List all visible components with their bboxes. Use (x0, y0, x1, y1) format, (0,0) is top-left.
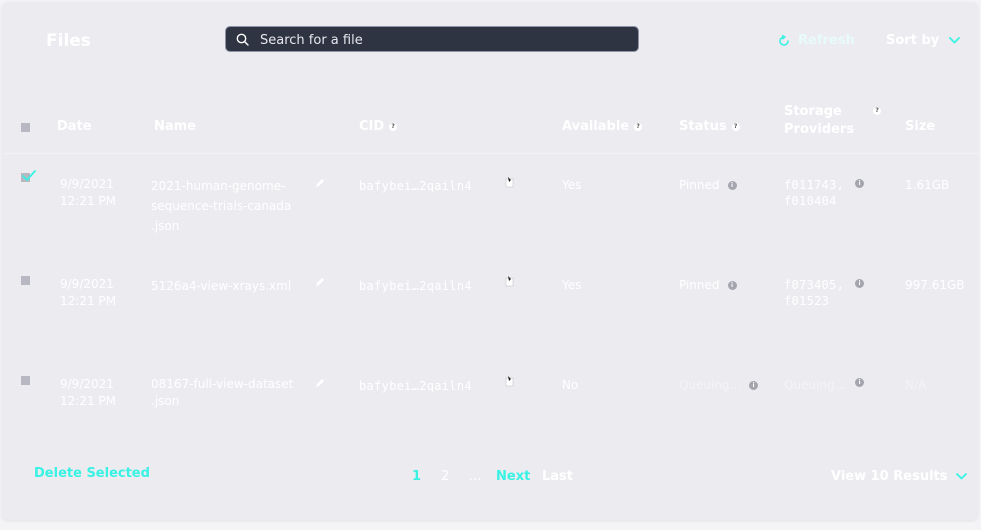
row-status: Pinned i (679, 177, 737, 194)
refresh-label: Refresh (798, 33, 855, 48)
row-date: 9/9/2021 12:21 PM (60, 377, 116, 408)
select-all-checkbox[interactable] (21, 123, 30, 132)
info-icon[interactable]: i (855, 179, 864, 188)
question-icon[interactable]: ? (634, 122, 643, 131)
question-icon[interactable]: ? (873, 107, 882, 115)
row-status: Queuing... i (679, 377, 759, 394)
search-icon (236, 33, 249, 46)
row-divider (4, 153, 980, 154)
row-file-name[interactable]: 2021-human-genome- sequence-trials-canad… (151, 176, 291, 236)
info-icon[interactable]: i (727, 181, 737, 190)
pagination: 1 2 ... Next Last (412, 469, 573, 484)
row-cid: bafybei…2qailn4 (359, 179, 472, 193)
row-size: N/A (905, 378, 927, 392)
row-file-name[interactable]: 5126a4-view-xrays.xml (151, 276, 291, 296)
column-header-size[interactable]: Size (905, 119, 935, 134)
next-page-link[interactable]: Next (496, 469, 542, 484)
refresh-icon (779, 34, 789, 46)
last-page-link[interactable]: Last (542, 469, 573, 484)
row-size: 997.61GB (905, 278, 965, 292)
view-results-label: View 10 Results (831, 469, 948, 484)
search-box[interactable] (225, 26, 639, 52)
column-header-cid[interactable]: CID ? (359, 119, 398, 134)
column-header-status[interactable]: Status ? (679, 119, 740, 134)
row-checkbox-checked[interactable] (21, 170, 36, 182)
column-header-name[interactable]: Name (154, 119, 196, 134)
column-header-available[interactable]: Available ? (562, 119, 643, 134)
info-icon[interactable]: i (749, 381, 759, 390)
row-available: No (562, 378, 579, 392)
question-icon[interactable]: ? (389, 122, 398, 131)
search-input[interactable] (258, 30, 632, 50)
sort-label: Sort by (886, 33, 940, 48)
row-storage-providers: f073405, f01523 (784, 278, 845, 308)
chevron-down-icon (949, 37, 961, 44)
row-available: Yes (562, 278, 582, 292)
row-cid: bafybei…2qailn4 (359, 379, 472, 393)
info-icon[interactable]: i (727, 281, 737, 290)
copy-icon[interactable] (505, 176, 515, 188)
row-storage-providers: f011743, f010404 (784, 178, 845, 208)
row-status: Pinned i (679, 277, 737, 294)
checkmark-icon (22, 170, 36, 181)
row-date: 9/9/2021 12:21 PM (60, 177, 116, 208)
files-panel: Files Refresh Sort by Date Name CID ? Av… (2, 2, 980, 520)
view-results-dropdown[interactable]: View 10 Results (831, 469, 967, 484)
pencil-icon[interactable] (315, 378, 325, 388)
row-available: Yes (562, 178, 582, 192)
row-file-name[interactable]: 08167-full-view-dataset .json (151, 376, 293, 410)
page-title: Files (46, 31, 91, 51)
question-icon[interactable]: ? (731, 122, 740, 131)
row-size: 1.61GB (905, 178, 950, 192)
copy-icon[interactable] (505, 275, 515, 287)
column-header-date[interactable]: Date (57, 119, 92, 134)
row-storage-providers: Queuing... (784, 378, 847, 392)
page-2-link[interactable]: 2 (441, 469, 469, 484)
pencil-icon[interactable] (315, 277, 325, 287)
row-checkbox[interactable] (21, 276, 30, 285)
pencil-icon[interactable] (315, 178, 325, 188)
copy-icon[interactable] (505, 375, 515, 387)
row-date: 9/9/2021 12:21 PM (60, 277, 116, 308)
column-header-storage-providers[interactable]: Storage Providers ? (784, 103, 882, 139)
info-icon[interactable]: i (855, 279, 864, 288)
delete-selected-button[interactable]: Delete Selected (34, 466, 150, 481)
row-cid: bafybei…2qailn4 (359, 279, 472, 293)
row-checkbox[interactable] (21, 376, 30, 385)
sort-dropdown[interactable]: Sort by (886, 33, 961, 48)
chevron-down-icon (955, 473, 967, 480)
pagination-ellipsis: ... (469, 469, 482, 484)
page-1-link[interactable]: 1 (412, 469, 441, 484)
refresh-button[interactable]: Refresh (778, 33, 855, 48)
info-icon[interactable]: i (855, 378, 864, 387)
